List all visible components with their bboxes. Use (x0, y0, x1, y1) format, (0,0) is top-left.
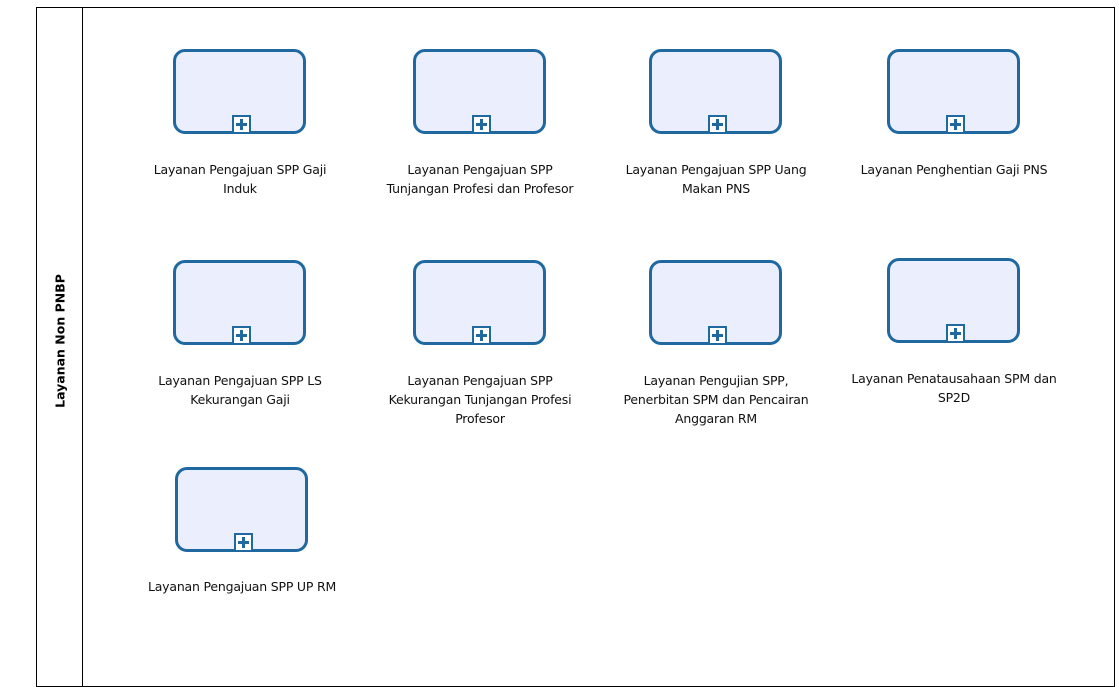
task-7-label-line-2: SP2D (937, 390, 971, 405)
task-8-box[interactable] (175, 467, 308, 552)
subprocess-plus-icon[interactable] (472, 326, 491, 345)
task-5-label-line-2: Kekurangan Tunjangan Profesi (388, 392, 572, 407)
subprocess-plus-icon[interactable] (946, 324, 965, 343)
task-2-box[interactable] (649, 49, 782, 134)
task-1-box[interactable] (413, 49, 546, 134)
task-4-label-line-1: Layanan Pengajuan SPP LS (158, 373, 322, 388)
task-3-label-line-1: Layanan Penghentian Gaji PNS (860, 162, 1048, 177)
task-0-label-line-1: Layanan Pengajuan SPP Gaji (153, 162, 327, 177)
task-0-label-line-2: Induk (223, 181, 257, 196)
lane-header: Layanan Non PNBP (37, 8, 83, 686)
task-2-label-line-2: Makan PNS (681, 181, 751, 196)
task-3-label: Layanan Penghentian Gaji PNS (824, 160, 1084, 179)
subprocess-plus-icon[interactable] (472, 115, 491, 134)
subprocess-plus-icon[interactable] (708, 326, 727, 345)
task-5-label-line-1: Layanan Pengajuan SPP (407, 373, 553, 388)
task-6-label-line-2: Penerbitan SPM dan Pencairan (623, 392, 809, 407)
task-0-box[interactable] (173, 49, 306, 134)
subprocess-plus-icon[interactable] (708, 115, 727, 134)
subprocess-plus-icon[interactable] (232, 326, 251, 345)
subprocess-plus-icon[interactable] (232, 115, 251, 134)
lane-label: Layanan Non PNBP (52, 274, 68, 408)
task-8-label-line-1: Layanan Pengajuan SPP UP RM (147, 579, 337, 594)
task-6-label-line-3: Anggaran RM (675, 411, 757, 426)
task-5-label: Layanan Pengajuan SPP Kekurangan Tunjang… (350, 371, 610, 428)
task-7-label: Layanan Penatausahaan SPM dan SP2D (824, 369, 1084, 407)
subprocess-plus-icon[interactable] (234, 533, 253, 552)
task-4-label: Layanan Pengajuan SPP LS Kekurangan Gaji (110, 371, 370, 409)
task-7-box[interactable] (887, 258, 1020, 343)
task-2-label: Layanan Pengajuan SPP Uang Makan PNS (586, 160, 846, 198)
task-1-label-line-1: Layanan Pengajuan SPP (407, 162, 553, 177)
task-6-box[interactable] (649, 260, 782, 345)
task-1-label: Layanan Pengajuan SPP Tunjangan Profesi … (350, 160, 610, 198)
subprocess-plus-icon[interactable] (946, 115, 965, 134)
task-4-label-line-2: Kekurangan Gaji (190, 392, 290, 407)
task-6-label-line-1: Layanan Pengujian SPP, (643, 373, 789, 388)
task-7-label-line-1: Layanan Penatausahaan SPM dan (851, 371, 1057, 386)
task-4-box[interactable] (173, 260, 306, 345)
task-8-label: Layanan Pengajuan SPP UP RM (112, 577, 372, 596)
task-5-label-line-3: Profesor (455, 411, 505, 426)
task-0-label: Layanan Pengajuan SPP Gaji Induk (110, 160, 370, 198)
task-6-label: Layanan Pengujian SPP, Penerbitan SPM da… (586, 371, 846, 428)
task-3-box[interactable] (887, 49, 1020, 134)
task-5-box[interactable] (413, 260, 546, 345)
task-2-label-line-1: Layanan Pengajuan SPP Uang (625, 162, 807, 177)
task-1-label-line-2: Tunjangan Profesi dan Profesor (386, 181, 574, 196)
